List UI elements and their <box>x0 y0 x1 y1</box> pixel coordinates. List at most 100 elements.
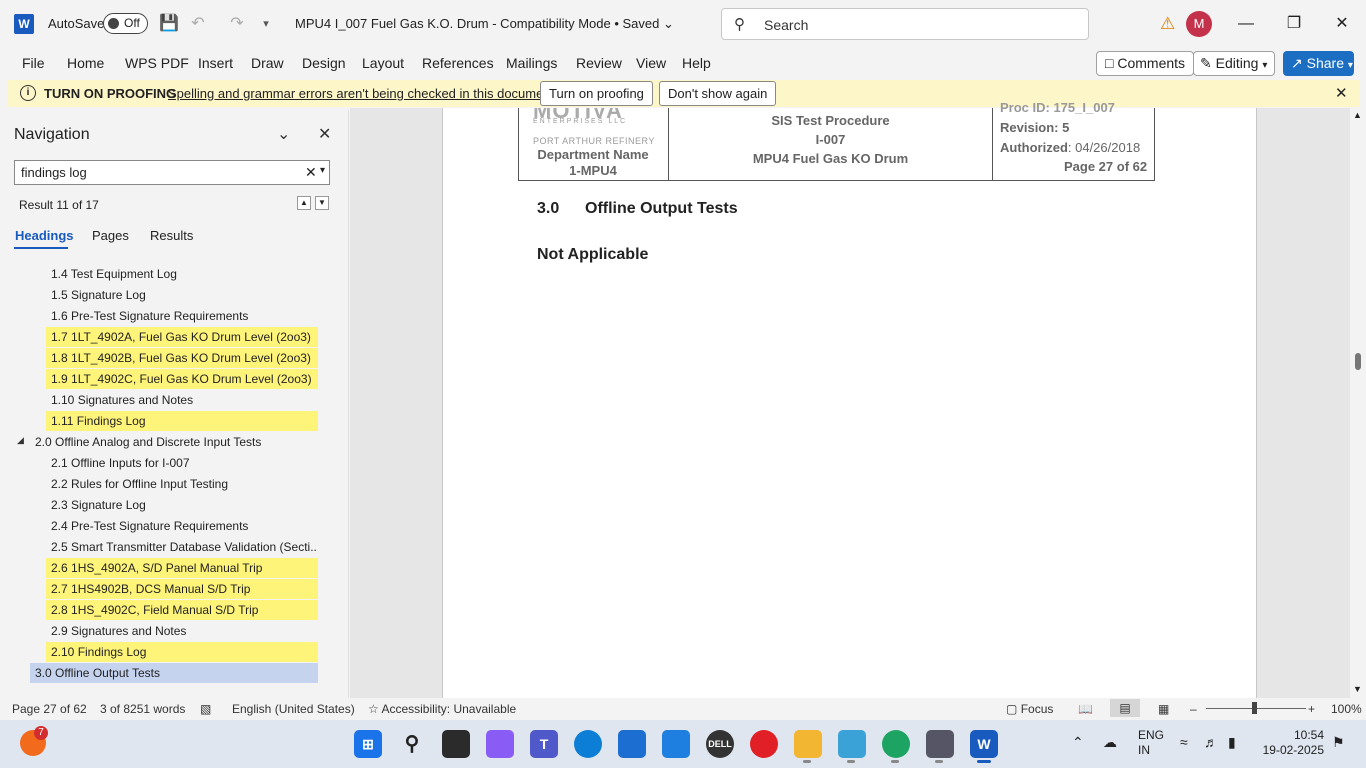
copilot-icon[interactable] <box>486 730 514 758</box>
scroll-thumb[interactable] <box>1355 353 1361 370</box>
warning-icon[interactable]: ⚠ <box>1160 14 1175 34</box>
heading-item[interactable]: 2.8 1HS_4902C, Field Manual S/D Trip <box>46 600 318 620</box>
vertical-scrollbar[interactable]: ▲ ▼ <box>1350 108 1366 698</box>
autosave-toggle[interactable]: Off <box>103 13 148 34</box>
document-title[interactable]: MPU4 I_007 Fuel Gas K.O. Drum - Compatib… <box>295 16 674 32</box>
heading-item[interactable]: 1.8 1LT_4902B, Fuel Gas KO Drum Level (2… <box>46 348 318 368</box>
edge-icon[interactable] <box>574 730 602 758</box>
heading-item[interactable]: 2.7 1HS4902B, DCS Manual S/D Trip <box>46 579 318 599</box>
heading-item[interactable]: 2.2 Rules for Offline Input Testing <box>46 474 318 494</box>
word-taskbar-icon[interactable]: W <box>970 730 998 758</box>
share-button[interactable]: ↗ Share ▾ <box>1283 51 1354 76</box>
chevron-down-icon[interactable]: ⌄ <box>277 124 290 144</box>
focus-button[interactable]: ▢ Focus <box>1006 702 1053 716</box>
close-icon[interactable]: ✕ <box>318 124 331 144</box>
heading-item[interactable]: 1.7 1LT_4902A, Fuel Gas KO Drum Level (2… <box>46 327 318 347</box>
search-box[interactable]: ⚲ Search <box>721 8 1089 40</box>
chevron-up-icon[interactable]: ⌃ <box>1072 734 1084 751</box>
tab-results[interactable]: Results <box>150 228 193 243</box>
customize-qat-icon[interactable]: ▾ <box>255 13 277 35</box>
heading-item[interactable]: 1.5 Signature Log <box>46 285 318 305</box>
tab-pages[interactable]: Pages <box>92 228 129 243</box>
tab-layout[interactable]: Layout <box>362 55 404 71</box>
heading-item[interactable]: 1.9 1LT_4902C, Fuel Gas KO Drum Level (2… <box>46 369 318 389</box>
read-mode-icon[interactable]: 📖 <box>1078 702 1093 716</box>
heading-item[interactable]: 2.9 Signatures and Notes <box>46 621 318 641</box>
save-icon[interactable]: 💾 <box>158 13 180 35</box>
close-button[interactable]: ✕ <box>1327 12 1357 36</box>
windows-start-icon[interactable]: ⊞ <box>354 730 382 758</box>
scroll-up-icon[interactable]: ▲ <box>1353 110 1362 120</box>
zoom-out-icon[interactable]: – <box>1190 702 1197 716</box>
file-explorer-icon[interactable] <box>794 730 822 758</box>
heading-item[interactable]: 2.4 Pre-Test Signature Requirements <box>46 516 318 536</box>
heading-item[interactable]: 1.11 Findings Log <box>46 411 318 431</box>
heading-item[interactable]: 2.5 Smart Transmitter Database Validatio… <box>46 537 318 557</box>
app-icon[interactable] <box>838 730 866 758</box>
heading-item[interactable]: 1.4 Test Equipment Log <box>46 264 318 284</box>
next-result-button[interactable]: ▼ <box>315 196 329 210</box>
tab-help[interactable]: Help <box>682 55 711 71</box>
nav-search-input[interactable]: findings log ✕ ▾ <box>14 160 330 185</box>
tab-references[interactable]: References <box>422 55 494 71</box>
clear-icon[interactable]: ✕ <box>305 164 317 181</box>
heading-item[interactable]: 1.6 Pre-Test Signature Requirements <box>46 306 318 326</box>
heading-item[interactable]: 2.10 Findings Log <box>46 642 318 662</box>
undo-icon[interactable]: ↶ <box>187 13 209 35</box>
print-layout-icon[interactable]: ▤ <box>1110 699 1140 717</box>
heading-item[interactable]: 2.3 Signature Log <box>46 495 318 515</box>
tab-insert[interactable]: Insert <box>198 55 233 71</box>
tab-home[interactable]: Home <box>67 55 104 71</box>
heading-item[interactable]: 2.1 Offline Inputs for I-007 <box>46 453 318 473</box>
clock[interactable]: 10:54 19-02-2025 <box>1262 728 1324 758</box>
tab-wps-pdf[interactable]: WPS PDF <box>125 55 189 71</box>
redo-icon[interactable]: ↷ <box>226 13 248 35</box>
task-view-icon[interactable] <box>442 730 470 758</box>
heading-item[interactable]: 1.10 Signatures and Notes <box>46 390 318 410</box>
heading-item[interactable]: 3.0 Offline Output Tests <box>30 663 318 683</box>
teams-icon[interactable]: T <box>530 730 558 758</box>
zoom-slider-thumb[interactable] <box>1252 702 1257 714</box>
tab-design[interactable]: Design <box>302 55 346 71</box>
proofing-status-icon[interactable]: ▧ <box>200 702 211 716</box>
collapse-caret-icon[interactable]: ◢ <box>17 430 24 450</box>
tab-file[interactable]: File <box>22 55 45 71</box>
heading-item[interactable]: ◢ 2.0 Offline Analog and Discrete Input T… <box>17 432 318 452</box>
language[interactable]: English (United States) <box>232 702 355 716</box>
wifi-icon[interactable]: ≈ <box>1180 734 1188 750</box>
heading-item[interactable]: 2.6 1HS_4902A, S/D Panel Manual Trip <box>46 558 318 578</box>
minimize-button[interactable]: — <box>1231 12 1261 36</box>
comments-button[interactable]: □ Comments <box>1096 51 1195 76</box>
accessibility-status[interactable]: ☆ Accessibility: Unavailable <box>368 702 516 716</box>
volume-icon[interactable]: ♬ <box>1204 734 1218 750</box>
tab-mailings[interactable]: Mailings <box>506 55 557 71</box>
tab-draw[interactable]: Draw <box>251 55 284 71</box>
input-language[interactable]: ENG IN <box>1138 728 1164 758</box>
battery-icon[interactable]: ▮ <box>1228 734 1236 751</box>
turn-on-proofing-button[interactable]: Turn on proofing <box>540 81 653 106</box>
power-automate-icon[interactable] <box>662 730 690 758</box>
page-indicator[interactable]: Page 27 of 62 <box>12 702 87 716</box>
previous-result-button[interactable]: ▲ <box>297 196 311 210</box>
editing-button[interactable]: ✎ Editing ▾ <box>1193 51 1275 76</box>
app-icon-2[interactable] <box>926 730 954 758</box>
dell-icon[interactable]: DELL <box>706 730 734 758</box>
avatar[interactable]: M <box>1186 11 1212 37</box>
search-icon[interactable]: ⚲ <box>398 730 426 758</box>
proofing-message-link[interactable]: Spelling and grammar errors aren't being… <box>168 86 558 101</box>
dont-show-again-button[interactable]: Don't show again <box>659 81 777 106</box>
zoom-level[interactable]: 100% <box>1331 702 1362 716</box>
opera-icon[interactable] <box>750 730 778 758</box>
tab-headings[interactable]: Headings <box>15 228 74 243</box>
store-icon[interactable] <box>618 730 646 758</box>
restore-button[interactable]: ❐ <box>1279 12 1309 36</box>
onedrive-icon[interactable]: ☁ <box>1103 734 1117 751</box>
chrome-icon[interactable] <box>882 730 910 758</box>
zoom-in-icon[interactable]: + <box>1308 702 1315 716</box>
chevron-down-icon[interactable]: ▾ <box>320 165 325 176</box>
tab-view[interactable]: View <box>636 55 666 71</box>
tab-review[interactable]: Review <box>576 55 622 71</box>
notifications-icon[interactable]: ⚑ <box>1332 734 1345 751</box>
word-count[interactable]: 3 of 8251 words <box>100 702 185 716</box>
web-layout-icon[interactable]: ▦ <box>1158 702 1169 716</box>
